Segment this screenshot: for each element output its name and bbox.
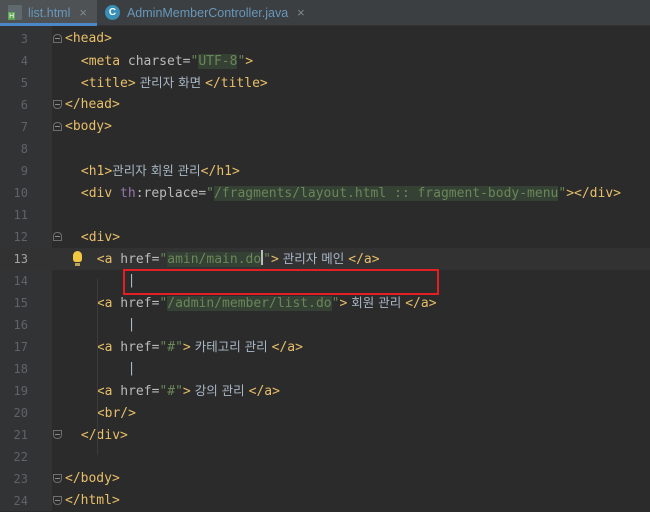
code-line[interactable]: 9 <h1>관리자 회원 관리</h1> (0, 160, 650, 182)
line-number: 22 (13, 450, 28, 464)
code-text: <title> 관리자 화면 </title> (80, 75, 268, 91)
code-text: <meta charset="UTF-8"> (80, 54, 254, 69)
tab-admin-member-controller[interactable]: C AdminMemberController.java × (97, 0, 315, 25)
code-line[interactable]: 24 </html> (0, 490, 650, 512)
fold-marker-icon[interactable] (53, 100, 62, 109)
code-text: <div th:replace="/fragments/layout.html … (80, 186, 621, 201)
line-number: 3 (20, 32, 28, 46)
indent-guide (97, 279, 98, 455)
line-number: 24 (13, 494, 28, 508)
line-number: 7 (20, 120, 28, 134)
code-line[interactable]: 23 </body> (0, 468, 650, 490)
html-file-icon: H (8, 5, 22, 20)
fold-marker-icon[interactable] (53, 474, 62, 483)
code-text: <a href="#"> 카테고리 관리 </a> (96, 339, 303, 355)
close-icon[interactable]: × (297, 5, 305, 20)
line-number: 8 (20, 142, 28, 156)
line-number: 17 (13, 340, 28, 354)
line-number: 13 (13, 252, 28, 266)
code-line[interactable]: 10 <div th:replace="/fragments/layout.ht… (0, 182, 650, 204)
code-text: <body> (65, 119, 112, 134)
tab-label: list.html (28, 5, 71, 20)
code-text: | (127, 317, 136, 332)
code-text: <a href="/admin/member/list.do"> 회원 관리 <… (96, 295, 437, 311)
line-number: 10 (13, 186, 28, 200)
line-number: 23 (13, 472, 28, 486)
code-line[interactable]: 4 <meta charset="UTF-8"> (0, 50, 650, 72)
line-number: 21 (13, 428, 28, 442)
line-number: 14 (13, 274, 28, 288)
line-number: 4 (20, 54, 28, 68)
code-text: <div> (80, 230, 121, 245)
code-line[interactable]: 11 (0, 204, 650, 226)
fold-marker-icon[interactable] (53, 496, 62, 505)
highlight-box (123, 269, 439, 295)
line-number: 16 (13, 318, 28, 332)
line-number: 12 (13, 230, 28, 244)
tab-label: AdminMemberController.java (126, 5, 289, 20)
fold-marker-icon[interactable] (53, 122, 62, 131)
code-text: <a href="amin/main.do "> 관리자 메인 </a> (96, 250, 380, 267)
code-line[interactable]: 8 (0, 138, 650, 160)
line-number: 19 (13, 384, 28, 398)
line-number: 9 (20, 164, 28, 178)
code-line[interactable]: 3 <head> (0, 28, 650, 50)
code-text: </head> (65, 97, 120, 112)
close-icon[interactable]: × (79, 5, 87, 20)
line-number: 18 (13, 362, 28, 376)
editor-tab-bar: H list.html × C AdminMemberController.ja… (0, 0, 650, 26)
code-line[interactable]: 12 <div> (0, 226, 650, 248)
java-class-icon: C (104, 5, 120, 20)
code-text: </body> (65, 471, 120, 486)
code-text: <head> (65, 31, 112, 46)
line-number: 15 (13, 296, 28, 310)
code-editor[interactable]: 3 <head> 4 <meta charset="UTF-8"> 5 <title>… (0, 26, 650, 511)
fold-marker-icon[interactable] (53, 34, 62, 43)
fold-marker-icon[interactable] (53, 430, 62, 439)
code-line[interactable]: 7 <body> (0, 116, 650, 138)
line-number: 5 (20, 76, 28, 90)
code-text: </html> (65, 493, 120, 508)
line-number: 6 (20, 98, 28, 112)
code-text: <br/> (96, 406, 136, 421)
code-line[interactable]: 6 </head> (0, 94, 650, 116)
code-line[interactable]: 13 <a href="amin/main.do "> 관리자 메인 </a> (0, 248, 650, 270)
fold-marker-icon[interactable] (53, 232, 62, 241)
line-number: 11 (13, 208, 28, 222)
tab-list-html[interactable]: H list.html × (0, 0, 97, 26)
code-text: | (127, 361, 136, 376)
code-text: <h1>관리자 회원 관리</h1> (80, 163, 240, 179)
code-line[interactable]: 5 <title> 관리자 화면 </title> (0, 72, 650, 94)
line-number: 20 (13, 406, 28, 420)
